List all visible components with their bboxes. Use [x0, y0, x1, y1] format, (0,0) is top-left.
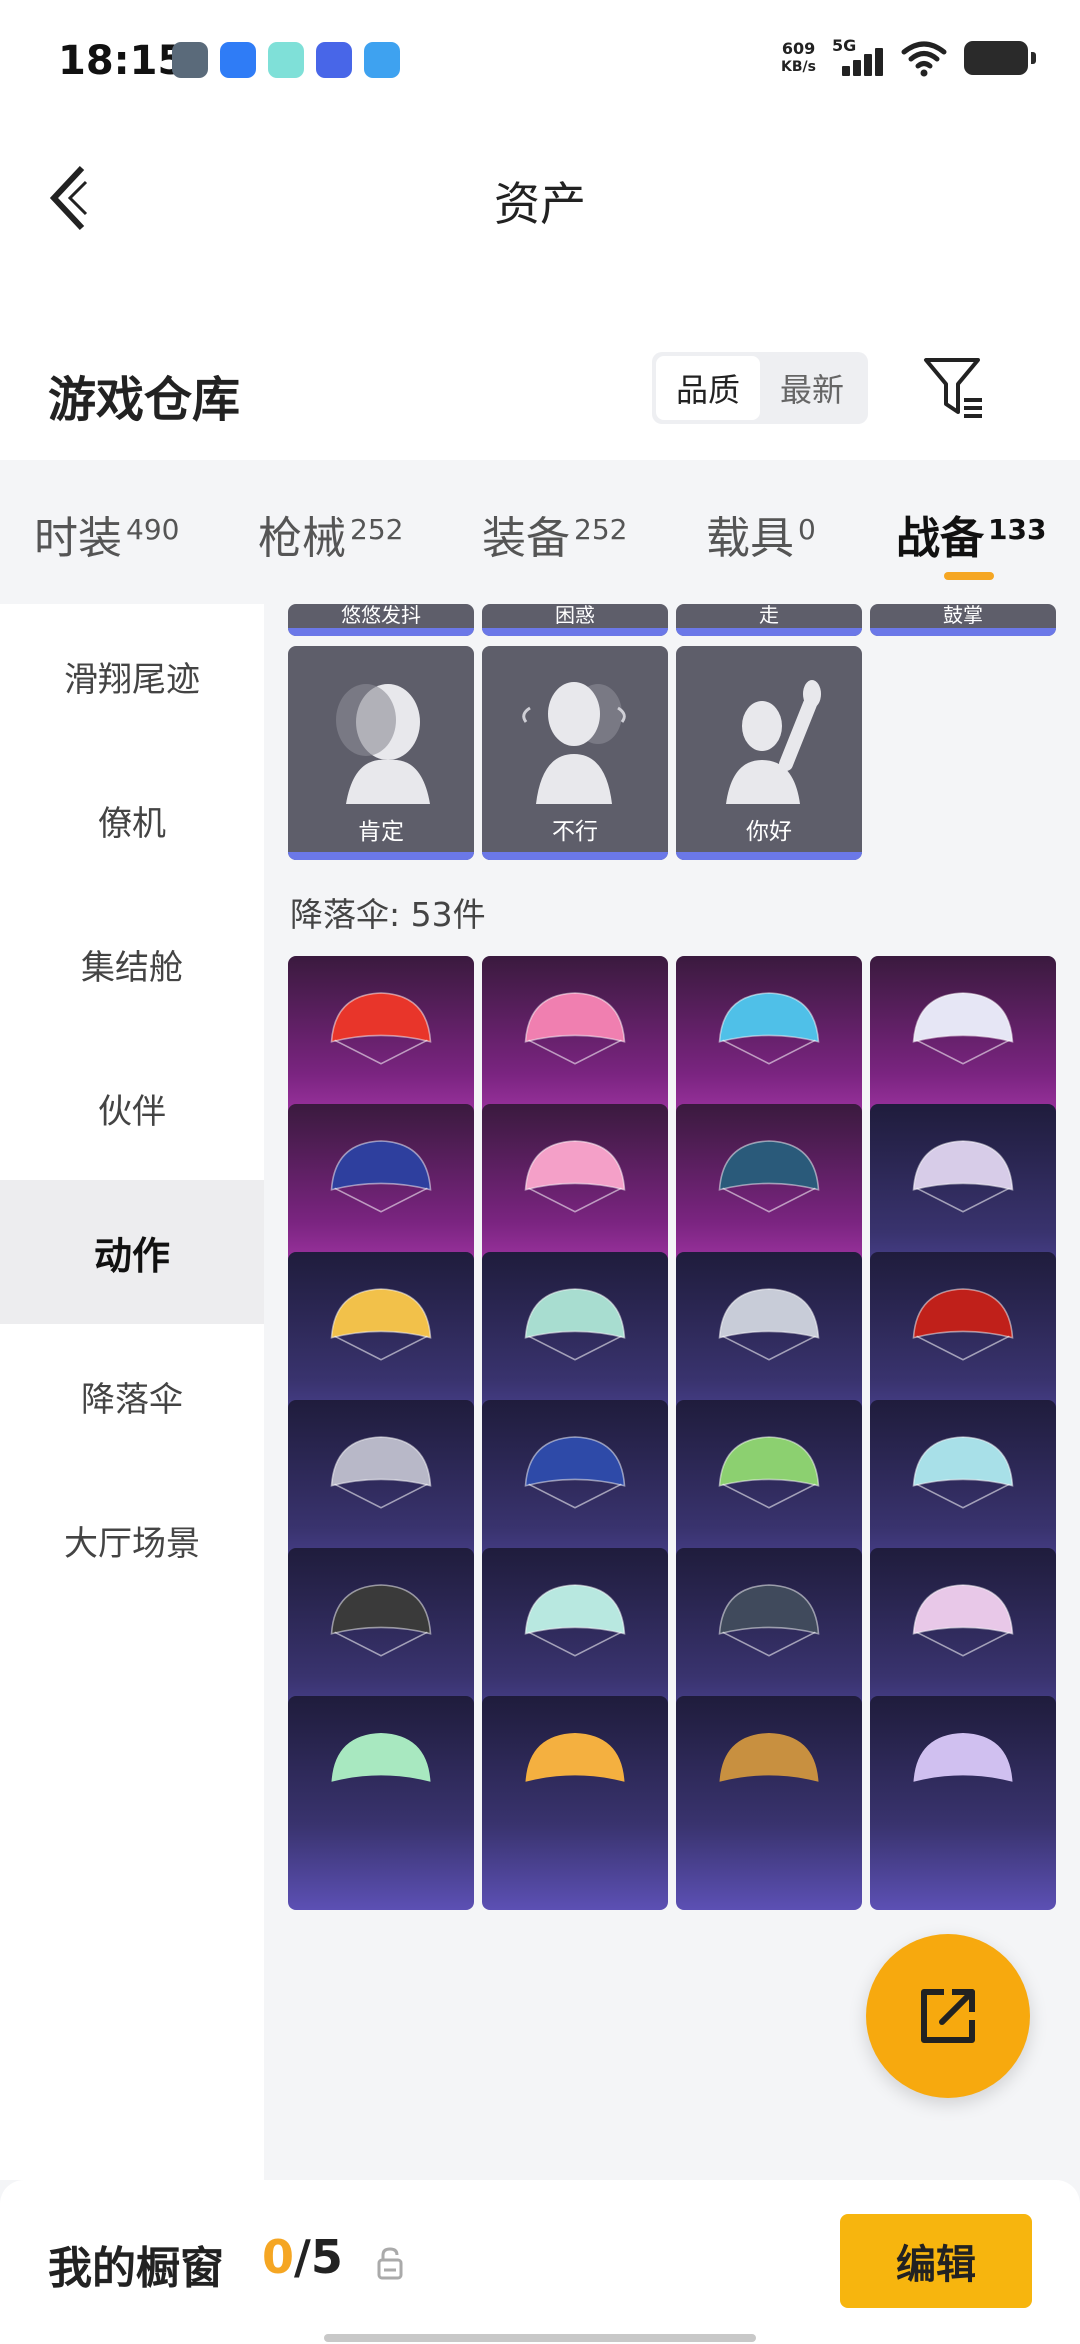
emote-card[interactable]: 悠悠发抖 [288, 604, 474, 636]
parachute-canopy-icon [913, 1733, 1013, 1782]
parachute-canopy-icon [718, 992, 820, 1065]
parachute-canopy-icon [330, 992, 432, 1065]
notification-chat-icon [268, 42, 304, 78]
tab-vehicles[interactable]: 载具 0 [706, 502, 816, 566]
sidebar-item-lobby-scene[interactable]: 大厅场景 [0, 1468, 264, 1612]
sidebar-item-emotes[interactable]: 动作 [0, 1180, 264, 1324]
parachute-canopy-icon [718, 1140, 820, 1213]
notification-files-icon [364, 42, 400, 78]
sidebar-item-glide-trail[interactable]: 滑翔尾迹 [0, 604, 264, 748]
emote-shake-head-figure-icon [522, 682, 626, 804]
sidebar-item-wingman[interactable]: 僚机 [0, 748, 264, 892]
parachute-canopy-icon [330, 1584, 432, 1657]
parachute-canopy-icon [524, 1140, 626, 1213]
sort-toggle: 品质 最新 [652, 352, 868, 424]
share-external-icon [921, 1989, 975, 2043]
battery-icon [964, 41, 1036, 75]
tab-combat-gear[interactable]: 战备 133 [896, 502, 1046, 566]
active-tab-indicator [944, 572, 994, 580]
notification-browser-icon [220, 42, 256, 78]
parachute-canopy-icon [912, 1140, 1014, 1213]
parachute-canopy-icon [912, 1288, 1014, 1361]
parachute-canopy-icon [330, 1436, 432, 1509]
sidebar-item-assembly-pod[interactable]: 集结舱 [0, 892, 264, 1036]
sidebar-item-parachute[interactable]: 降落伞 [0, 1324, 264, 1468]
home-indicator [324, 2334, 756, 2342]
parachute-canopy-icon [524, 1584, 626, 1657]
tab-outfits[interactable]: 时装 490 [34, 502, 179, 566]
parachute-canopy-icon [912, 1584, 1014, 1657]
notification-vivo-icon [316, 42, 352, 78]
parachute-card[interactable] [870, 1696, 1056, 1910]
sort-newest-button[interactable]: 最新 [760, 356, 864, 420]
emote-card[interactable]: 走 [676, 604, 862, 636]
edit-button[interactable]: 编辑 [840, 2214, 1032, 2308]
parachute-canopy-icon [524, 1288, 626, 1361]
parachute-canopy-icon [718, 1436, 820, 1509]
parachute-canopy-icon [718, 1288, 820, 1361]
parachute-canopy-icon [524, 992, 626, 1065]
tab-firearms[interactable]: 枪械 252 [258, 502, 403, 566]
lock-icon [377, 2247, 403, 2280]
status-app-icons [172, 42, 400, 78]
page-title: 资产 [494, 177, 586, 231]
emote-nod-figure-icon [336, 684, 430, 804]
showcase-bar: 我的橱窗 0/5 编辑 [0, 2180, 1080, 2344]
network-speed: 609 KB/s [781, 39, 816, 76]
status-bar: 18:15 609 KB/s 5G [0, 0, 1080, 120]
parachute-canopy-icon [524, 1436, 626, 1509]
parachute-card[interactable] [288, 1696, 474, 1910]
parachute-canopy-icon [330, 1140, 432, 1213]
parachute-canopy-icon [719, 1733, 819, 1782]
emote-card[interactable]: 不行 [482, 646, 668, 860]
parachute-group-heading: 降落伞: 53件 [290, 895, 486, 934]
parachute-canopy-icon [330, 1288, 432, 1361]
sidebar: 滑翔尾迹 僚机 集结舱 伙伴 动作 降落伞 大厅场景 [0, 604, 264, 2180]
emote-card[interactable]: 困惑 [482, 604, 668, 636]
showcase-count: 0/5 [262, 2230, 343, 2284]
emote-wave-figure-icon [726, 680, 821, 804]
tab-equipment[interactable]: 装备 252 [482, 502, 627, 566]
filter-icon[interactable] [920, 352, 988, 424]
parachute-canopy-icon [912, 992, 1014, 1065]
wifi-icon [901, 41, 947, 77]
parachute-canopy-icon [331, 1733, 431, 1782]
emote-card[interactable]: 肯定 [288, 646, 474, 860]
category-tabs: 时装 490 枪械 252 装备 252 载具 0 战备 133 [0, 462, 1080, 604]
parachute-canopy-icon [718, 1584, 820, 1657]
notification-app-icon [172, 42, 208, 78]
sidebar-item-companion[interactable]: 伙伴 [0, 1036, 264, 1180]
parachute-canopy-icon [525, 1733, 625, 1782]
emote-card[interactable]: 鼓掌 [870, 604, 1056, 636]
status-time: 18:15 [58, 38, 186, 84]
share-button[interactable] [866, 1934, 1030, 2098]
showcase-label: 我的橱窗 [48, 2243, 224, 2294]
emote-card[interactable]: 你好 [676, 646, 862, 860]
section-title: 游戏仓库 [48, 372, 241, 428]
parachute-canopy-icon [912, 1436, 1014, 1509]
parachute-card[interactable] [482, 1696, 668, 1910]
sort-quality-button[interactable]: 品质 [656, 356, 760, 420]
cellular-signal-icon: 5G [832, 36, 884, 78]
parachute-card[interactable] [676, 1696, 862, 1910]
